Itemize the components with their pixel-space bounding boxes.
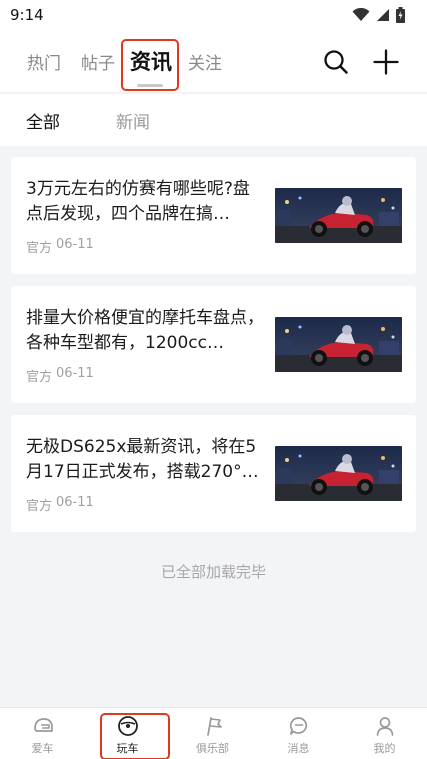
flag-icon [206,717,222,736]
signal-icon [377,9,389,21]
news-date: 06-11 [56,237,94,252]
helmet-icon [33,718,53,732]
bottom-nav-label: 俱乐部 [196,742,229,755]
top-nav: 热门 帖子 资讯 关注 [0,30,427,92]
news-thumbnail [275,317,402,372]
highlight-box-news-tab [121,39,179,91]
news-source: 官方 [26,241,53,256]
bottom-nav-item-club[interactable]: 俱乐部 [170,708,255,759]
tab-posts[interactable]: 帖子 [76,30,120,92]
search-button[interactable] [316,42,356,82]
news-source: 官方 [26,499,53,514]
highlight-box-play-car [100,713,170,759]
search-icon [324,50,348,74]
wifi-icon [352,8,370,21]
news-title: 排量大价格便宜的摩托车盘点，各种车型都有，1200cc… [26,308,264,353]
news-card[interactable]: 无极DS625x最新资讯，将在5月17日正式发布，搭载270°… 官方 06-1… [11,415,416,532]
news-title: 无极DS625x最新资讯，将在5月17日正式发布，搭载270°… [26,437,259,482]
bottom-nav-item-me[interactable]: 我的 [342,708,427,759]
bottom-nav-label: 我的 [373,742,396,755]
bottom-nav-label: 爱车 [31,742,54,755]
news-thumbnail [275,188,402,243]
news-card[interactable]: 3万元左右的仿赛有哪些呢?盘点后发现，四个品牌在搞… 官方 06-11 [11,157,416,274]
bottom-nav-item-my-car[interactable]: 爱车 [0,708,85,759]
news-card[interactable]: 排量大价格便宜的摩托车盘点，各种车型都有，1200cc… 官方 06-11 [11,286,416,403]
list-end-text: 已全部加载完毕 [160,563,266,581]
news-title: 3万元左右的仿赛有哪些呢?盘点后发现，四个品牌在搞… [26,179,250,224]
status-time: 9:14 [10,6,44,24]
news-date: 06-11 [56,495,94,510]
user-icon [376,717,393,736]
news-thumbnail [275,446,402,501]
news-date: 06-11 [56,366,94,381]
add-button[interactable] [366,42,406,82]
tab-follow[interactable]: 关注 [183,30,227,92]
news-meta: 官方 06-11 [26,495,94,514]
sub-nav: 全部 新闻 [0,94,427,146]
news-meta: 官方 06-11 [26,237,94,256]
bottom-nav-item-messages[interactable]: 消息 [256,708,341,759]
subtab-all[interactable]: 全部 [26,94,60,146]
bottom-nav-label: 消息 [287,742,310,755]
status-icons [352,7,405,23]
bottom-nav: 爱车 玩车 俱乐部 消息 我的 [0,707,427,759]
subtab-news[interactable]: 新闻 [116,94,150,146]
plus-icon [373,49,399,75]
news-source: 官方 [26,370,53,385]
tab-hot[interactable]: 热门 [22,30,66,92]
message-icon [289,717,307,735]
news-meta: 官方 06-11 [26,366,94,385]
status-bar: 9:14 [0,0,427,30]
battery-icon [396,7,405,23]
